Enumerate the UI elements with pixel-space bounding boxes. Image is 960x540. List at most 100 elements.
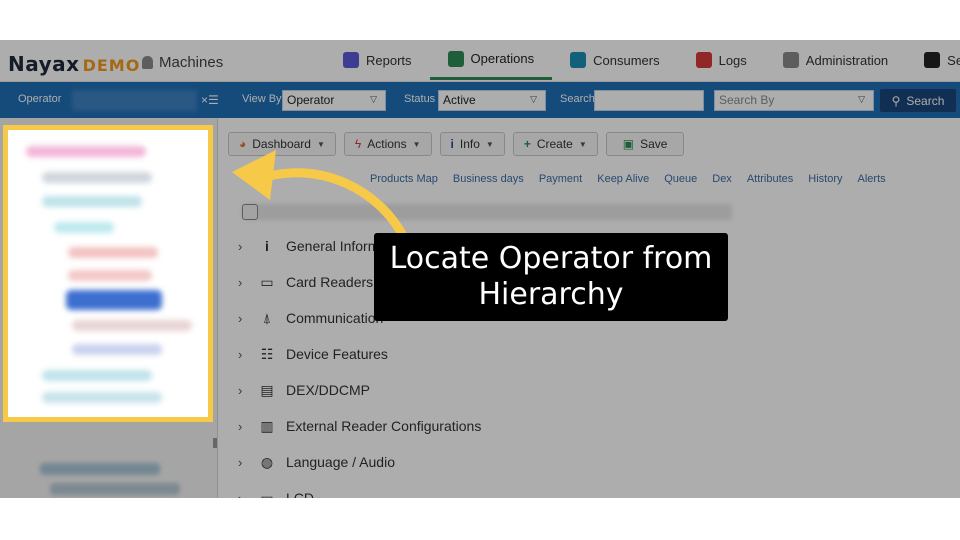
- administration-icon: [782, 52, 799, 68]
- section-lcd[interactable]: › ▭ LCD: [238, 480, 481, 499]
- chevron-right-icon: ›: [238, 490, 243, 499]
- tree-node[interactable]: [40, 463, 160, 475]
- globe-icon: ◍: [260, 453, 274, 470]
- tutorial-frame: Nayax DEMO Machines Reports Operations C…: [0, 0, 960, 540]
- chevron-right-icon: ›: [238, 238, 243, 254]
- chevron-right-icon: ›: [238, 310, 243, 326]
- operator-input[interactable]: [72, 90, 197, 111]
- top-navigation-bar: Nayax DEMO Machines Reports Operations C…: [0, 40, 960, 82]
- save-icon: ▣: [622, 137, 635, 151]
- settings-icon: [924, 52, 941, 68]
- tree-node-root[interactable]: [26, 146, 146, 157]
- chevron-right-icon: ›: [238, 346, 243, 362]
- tab-products-map[interactable]: Products Map: [370, 173, 438, 185]
- info-label: Info: [459, 137, 480, 151]
- search-by-select[interactable]: Search By ▽: [714, 90, 874, 111]
- tab-dex[interactable]: Dex: [712, 173, 732, 185]
- view-by-value: Operator: [287, 93, 335, 107]
- tab-label: Administration: [805, 52, 889, 68]
- tree-node[interactable]: [54, 222, 114, 233]
- tab-settings[interactable]: Settings: [906, 40, 960, 80]
- chevron-right-icon: ›: [238, 382, 243, 398]
- plus-icon: +: [523, 137, 531, 151]
- save-button[interactable]: ▣ Save: [605, 132, 685, 156]
- actions-label: Actions: [367, 137, 407, 151]
- chevron-right-icon: ›: [238, 274, 243, 290]
- operator-label: Operator: [18, 93, 62, 105]
- tree-node[interactable]: [42, 392, 162, 403]
- tab-administration[interactable]: Administration: [765, 40, 906, 80]
- search-icon: ⚲: [891, 93, 901, 108]
- status-select[interactable]: Active ▽: [438, 90, 546, 111]
- tab-queue[interactable]: Queue: [664, 173, 697, 185]
- operations-icon: [447, 50, 464, 67]
- tab-consumers[interactable]: Consumers: [552, 40, 677, 80]
- tab-payment[interactable]: Payment: [539, 173, 582, 185]
- section-language-audio[interactable]: › ◍ Language / Audio: [238, 444, 481, 480]
- clear-list-icon[interactable]: ×☰: [201, 93, 219, 107]
- machine-subtabs: Products Map Business days Payment Keep …: [250, 173, 886, 185]
- tab-history[interactable]: History: [808, 173, 842, 185]
- brand-name: Nayax: [8, 52, 80, 76]
- tree-node[interactable]: [72, 320, 192, 331]
- page-title: Machines: [142, 54, 223, 71]
- section-external-reader-configurations[interactable]: › ▥ External Reader Configurations: [238, 408, 481, 444]
- tab-business-days[interactable]: Business days: [453, 173, 524, 185]
- tree-node[interactable]: [50, 483, 180, 495]
- hierarchy-highlight-frame: [3, 125, 213, 422]
- pin-icon: [142, 56, 153, 69]
- section-label: LCD: [286, 490, 315, 498]
- section-label: Device Features: [286, 346, 388, 362]
- dashboard-button[interactable]: ◕ Dashboard ▼: [228, 132, 336, 156]
- tree-node[interactable]: [42, 172, 152, 183]
- section-label: Communication: [286, 310, 384, 326]
- info-icon: i: [265, 238, 269, 254]
- tree-node-selected[interactable]: [66, 290, 162, 310]
- machine-icon: [242, 204, 258, 220]
- view-by-select[interactable]: Operator ▽: [282, 90, 386, 111]
- tab-label: Settings: [947, 52, 960, 68]
- tree-node[interactable]: [42, 370, 152, 381]
- tab-reports[interactable]: Reports: [325, 40, 430, 80]
- chevron-down-icon: ▽: [530, 94, 537, 104]
- chevron-down-icon: ▼: [485, 139, 494, 149]
- antenna-icon: ⍋: [262, 309, 272, 326]
- dex-icon: ▤: [260, 381, 274, 398]
- tab-keep-alive[interactable]: Keep Alive: [597, 173, 649, 185]
- features-icon: ☷: [260, 345, 274, 362]
- section-label: Language / Audio: [286, 454, 395, 470]
- brand-suffix: DEMO: [82, 56, 141, 75]
- actions-button[interactable]: ϟ Actions ▼: [343, 132, 432, 156]
- info-button[interactable]: i Info ▼: [439, 132, 505, 156]
- tab-attributes[interactable]: Attributes: [747, 173, 793, 185]
- tab-logs[interactable]: Logs: [678, 40, 765, 80]
- create-label: Create: [536, 137, 573, 151]
- chevron-down-icon: ▽: [370, 94, 377, 104]
- machine-toolbar: ◕ Dashboard ▼ ϟ Actions ▼ i Info ▼ + Cre…: [228, 132, 685, 156]
- tree-node[interactable]: [68, 247, 158, 258]
- tree-node[interactable]: [68, 270, 152, 281]
- status-label: Status: [404, 93, 436, 105]
- tutorial-caption: Locate Operator from Hierarchy: [374, 233, 728, 321]
- reports-icon: [343, 52, 359, 68]
- create-button[interactable]: + Create ▼: [512, 132, 598, 156]
- search-label: Search: [560, 93, 595, 105]
- chevron-right-icon: ›: [238, 418, 243, 434]
- consumers-icon: [570, 52, 587, 68]
- lightning-icon: ϟ: [354, 137, 362, 151]
- search-button[interactable]: ⚲ Search: [880, 89, 956, 112]
- search-by-placeholder: Search By: [719, 93, 775, 107]
- tree-node[interactable]: [42, 196, 142, 207]
- search-input[interactable]: [594, 90, 704, 111]
- lcd-icon: ▭: [260, 489, 274, 499]
- view-by-label: View By: [242, 93, 282, 105]
- search-button-label: Search: [906, 93, 945, 108]
- tab-alerts[interactable]: Alerts: [858, 173, 886, 185]
- sidebar-splitter[interactable]: [213, 438, 217, 448]
- section-label: External Reader Configurations: [286, 418, 482, 434]
- tree-node[interactable]: [72, 344, 162, 355]
- section-device-features[interactable]: › ☷ Device Features: [238, 336, 481, 372]
- tab-operations[interactable]: Operations: [429, 40, 553, 80]
- section-dex-ddcmp[interactable]: › ▤ DEX/DDCMP: [238, 372, 481, 408]
- logs-icon: [695, 52, 712, 68]
